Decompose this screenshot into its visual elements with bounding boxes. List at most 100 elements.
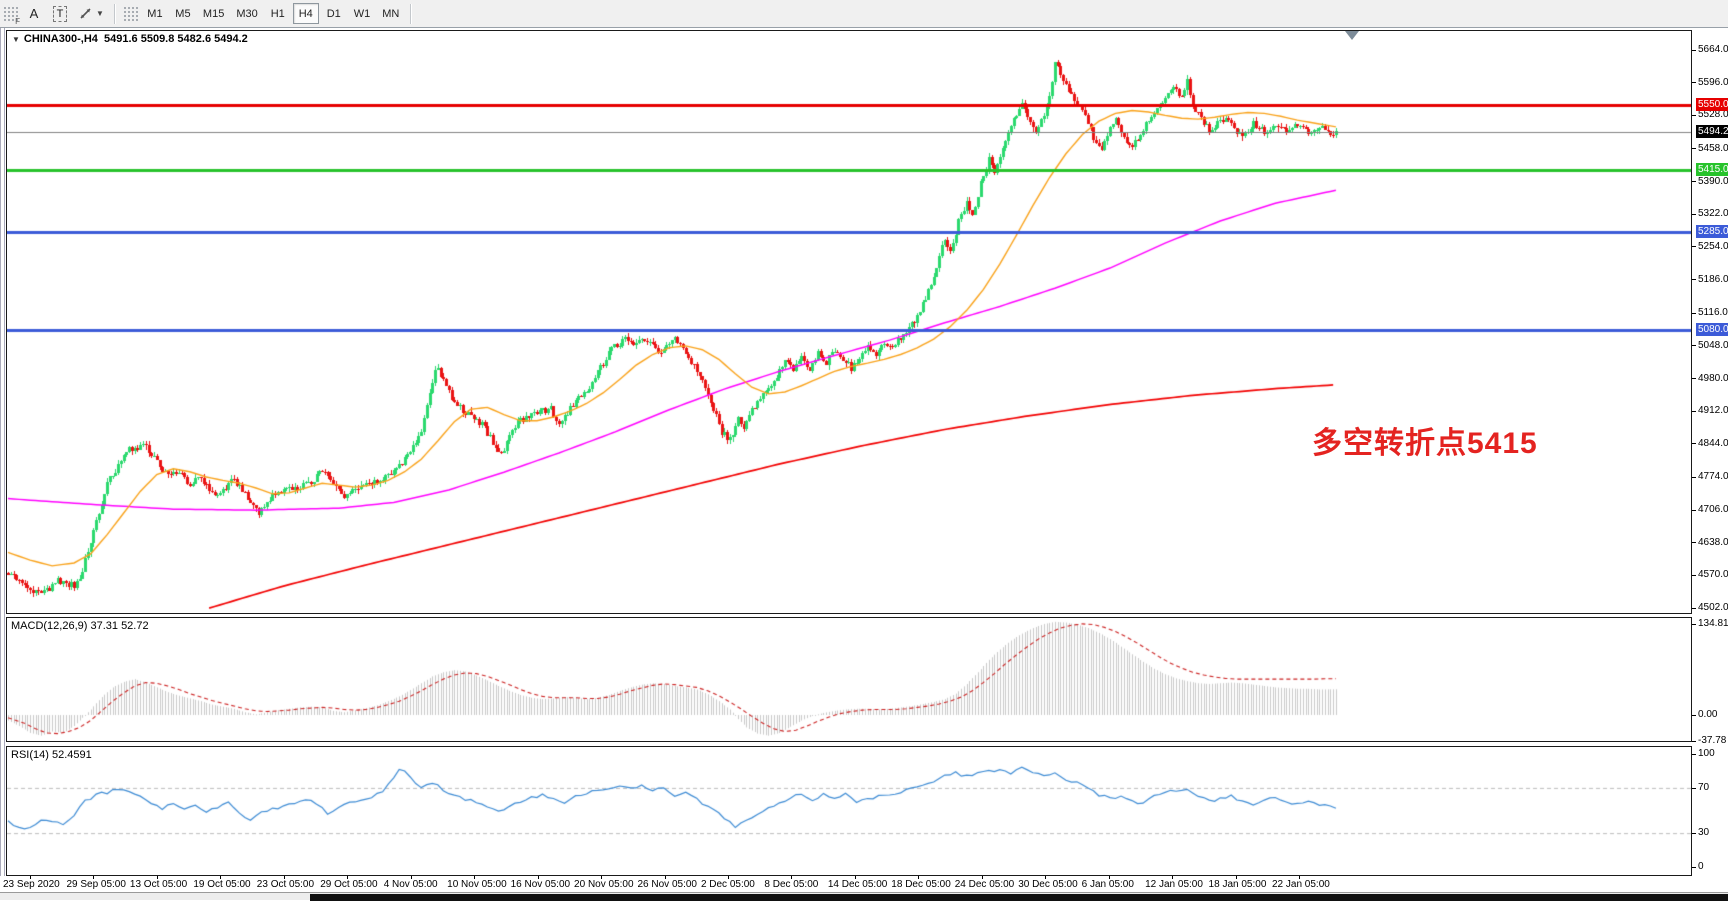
rsi-label: RSI(14) 52.4591 [11, 749, 92, 761]
price-tick-mark [1692, 378, 1696, 379]
price-tick-mark [1692, 82, 1696, 83]
price-tick-label: 4980.0 [1698, 373, 1728, 385]
time-label: 29 Oct 05:00 [320, 879, 377, 890]
time-label: 30 Dec 05:00 [1018, 879, 1078, 890]
main-chart-canvas[interactable] [7, 31, 1691, 613]
arrow-objects-button[interactable]: ▼ [74, 3, 108, 25]
price-tick-label: 5254.0 [1698, 241, 1728, 253]
timeframe-m1-button[interactable]: M1 [142, 3, 168, 24]
toolbar: F A T ▼ M1M5M15M30H1H4D1W1MN [0, 0, 1728, 28]
chart-symbol-period: CHINA300-,H4 [24, 33, 98, 45]
price-tick-label: 5664.0 [1698, 44, 1728, 56]
price-tick-label: 4844.0 [1698, 438, 1728, 450]
macd-values: 37.31 52.72 [90, 620, 148, 632]
price-tick-label: 5322.0 [1698, 208, 1728, 220]
font-tool-label: A [30, 6, 39, 21]
price-level-badge: 5285.0 [1696, 225, 1728, 238]
price-tick-mark [1692, 50, 1696, 51]
price-tick-label: 5186.0 [1698, 274, 1728, 286]
price-tick-label: 4706.0 [1698, 504, 1728, 516]
time-label: 23 Sep 2020 [3, 879, 60, 890]
macd-axis[interactable]: 134.810.00-37.78 [1692, 617, 1728, 742]
time-label: 26 Nov 05:00 [638, 879, 698, 890]
time-label: 20 Nov 05:00 [574, 879, 634, 890]
price-tick-label: 4638.0 [1698, 537, 1728, 549]
time-label: 29 Sep 05:00 [66, 879, 126, 890]
time-label: 8 Dec 05:00 [764, 879, 818, 890]
text-label-tool-button[interactable]: T [48, 3, 72, 25]
price-tick-mark [1692, 148, 1696, 149]
timeframe-drag-handle[interactable] [122, 5, 138, 23]
rsi-tick-label: 70 [1698, 782, 1709, 794]
time-label: 18 Jan 05:00 [1209, 879, 1267, 890]
timeframe-h1-button[interactable]: H1 [265, 3, 291, 24]
text-label-icon: T [53, 6, 68, 22]
chart-annotation-text[interactable]: 多空转折点5415 [1312, 418, 1538, 462]
price-tick-mark [1692, 246, 1696, 247]
time-label: 23 Oct 05:00 [257, 879, 314, 890]
price-tick-mark [1692, 608, 1696, 609]
price-tick-mark [1692, 214, 1696, 215]
price-tick-label: 4774.0 [1698, 471, 1728, 483]
time-label: 18 Dec 05:00 [891, 879, 951, 890]
collapse-caret-icon[interactable]: ▼ [12, 35, 20, 44]
time-label: 19 Oct 05:00 [193, 879, 250, 890]
price-tick-label: 5596.0 [1698, 77, 1728, 89]
horizontal-scrollbar[interactable] [0, 892, 1728, 900]
timeframe-w1-button[interactable]: W1 [349, 3, 376, 24]
price-tick-label: 4912.0 [1698, 405, 1728, 417]
price-tick-mark [1692, 181, 1696, 182]
macd-tick-label: 134.81 [1698, 618, 1728, 630]
price-tick-mark [1692, 510, 1696, 511]
time-label: 6 Jan 05:00 [1082, 879, 1134, 890]
rsi-tick-label: 30 [1698, 827, 1709, 839]
chart-shift-marker-icon[interactable] [1345, 31, 1359, 40]
time-label: 24 Dec 05:00 [955, 879, 1015, 890]
time-label: 2 Dec 05:00 [701, 879, 755, 890]
price-level-badge: 5080.0 [1696, 323, 1728, 336]
time-label: 4 Nov 05:00 [384, 879, 438, 890]
macd-tick-mark [1692, 741, 1696, 742]
rsi-tick-mark [1692, 833, 1696, 834]
timeframe-d1-button[interactable]: D1 [321, 3, 347, 24]
price-level-badge: 5415.0 [1696, 163, 1728, 176]
price-axis[interactable]: 5664.0 5596.0 5528.0 5458.0 5390.0 5322.0 5254… [1692, 30, 1728, 614]
time-axis[interactable]: 23 Sep 202029 Sep 05:0013 Oct 05:0019 Oc… [0, 876, 1728, 892]
rsi-value: 52.4591 [52, 749, 92, 761]
window-left-edge [0, 28, 5, 893]
chart-ohlc-values: 5491.6 5509.8 5482.6 5494.2 [104, 33, 248, 45]
macd-name: MACD(12,26,9) [11, 620, 87, 632]
macd-tick-mark [1692, 624, 1696, 625]
chart-title: ▼ CHINA300-,H4 5491.6 5509.8 5482.6 5494.… [12, 33, 248, 45]
macd-tick-mark [1692, 715, 1696, 716]
price-tick-label: 5528.0 [1698, 109, 1728, 121]
timeframe-h4-button[interactable]: H4 [293, 3, 319, 24]
price-tick-label: 5458.0 [1698, 143, 1728, 155]
timeframe-m15-button[interactable]: M15 [198, 3, 229, 24]
time-label: 16 Nov 05:00 [511, 879, 571, 890]
dropdown-caret-icon: ▼ [96, 9, 104, 18]
rsi-canvas[interactable] [7, 747, 1691, 875]
price-tick-mark [1692, 279, 1696, 280]
price-level-badge: 5494.2 [1696, 125, 1728, 138]
timeframe-mn-button[interactable]: MN [377, 3, 404, 24]
rsi-tick-mark [1692, 867, 1696, 868]
timeframe-m5-button[interactable]: M5 [170, 3, 196, 24]
time-label: 12 Jan 05:00 [1145, 879, 1203, 890]
price-tick-label: 5390.0 [1698, 176, 1728, 188]
rsi-tick-label: 0 [1698, 861, 1704, 873]
macd-tick-label: 0.00 [1698, 709, 1717, 721]
price-tick-label: 4570.0 [1698, 569, 1728, 581]
toolbar-separator [114, 4, 115, 24]
time-label: 22 Jan 05:00 [1272, 879, 1330, 890]
price-tick-mark [1692, 477, 1696, 478]
price-tick-mark [1692, 411, 1696, 412]
toolbar-drag-handle[interactable]: F [2, 5, 18, 23]
font-tool-button[interactable]: A [22, 3, 46, 25]
rsi-tick-label: 100 [1698, 748, 1715, 760]
macd-label: MACD(12,26,9) 37.31 52.72 [11, 620, 149, 632]
macd-canvas[interactable] [7, 618, 1691, 741]
rsi-axis[interactable]: 100 70 30 0 [1692, 746, 1728, 876]
price-tick-mark [1692, 575, 1696, 576]
timeframe-m30-button[interactable]: M30 [231, 3, 262, 24]
